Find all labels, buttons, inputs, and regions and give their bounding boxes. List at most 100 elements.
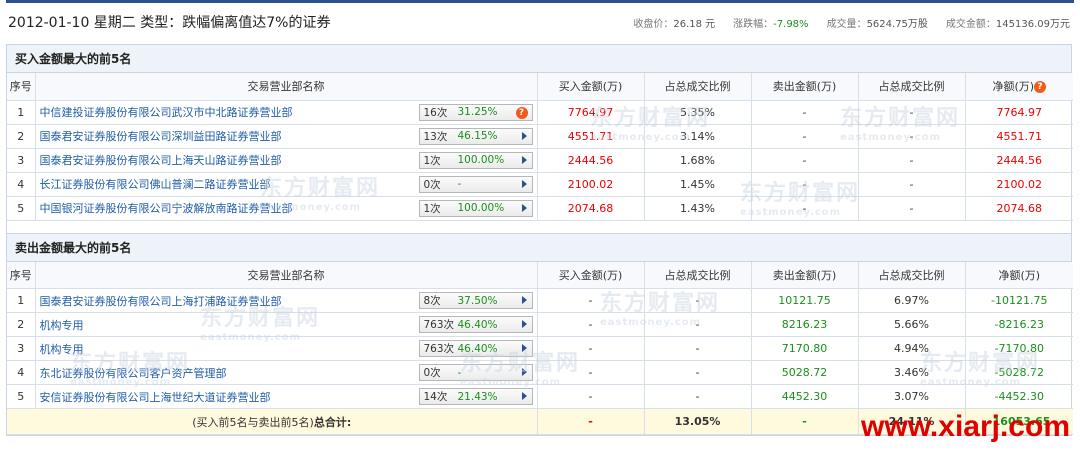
row-net: 7764.97 xyxy=(965,100,1073,125)
row-sell-amount: - xyxy=(751,100,859,125)
times-percent: 21.43% xyxy=(457,390,498,403)
play-arrow-icon xyxy=(521,368,527,376)
total-sell: - xyxy=(751,408,859,435)
row-sell-ratio: 5.66% xyxy=(858,312,966,337)
times-button[interactable]: 16次 31.25%? xyxy=(418,103,533,121)
row-buy-ratio: 1.45% xyxy=(644,172,752,197)
col-seq: 序号 xyxy=(7,73,36,101)
row-net: 2100.02 xyxy=(965,172,1073,197)
col-sell-amount: 卖出金额(万) xyxy=(751,73,859,101)
table-row: 5 中国银河证券股份有限公司宁波解放南路证券营业部 1次 100.00% 2074.68… xyxy=(7,196,1073,221)
row-buy-ratio: 5.35% xyxy=(644,100,752,125)
branch-link[interactable]: 中信建投证券股份有限公司武汉市中北路证券营业部 xyxy=(40,104,293,120)
row-net: 2444.56 xyxy=(965,148,1073,173)
times-count: 1次 xyxy=(423,202,441,215)
row-buy-ratio: - xyxy=(644,312,752,337)
row-seq: 3 xyxy=(7,148,36,173)
branch-link[interactable]: 东北证券股份有限公司客户资产管理部 xyxy=(40,365,227,381)
question-badge-icon[interactable]: ? xyxy=(515,106,528,119)
branch-link[interactable]: 中国银河证券股份有限公司宁波解放南路证券营业部 xyxy=(40,200,293,216)
times-button[interactable]: 0次 - xyxy=(418,364,533,381)
row-branch: 机构专用 763次 46.40% xyxy=(35,336,538,361)
question-badge-icon[interactable]: ? xyxy=(1034,81,1047,94)
times-button[interactable]: 13次 46.15% xyxy=(418,127,533,145)
row-seq: 4 xyxy=(7,360,36,385)
times-button[interactable]: 0次 - xyxy=(418,175,533,193)
times-button[interactable]: 8次 37.50% xyxy=(418,292,533,309)
row-branch: 国泰君安证券股份有限公司上海打浦路证券营业部 8次 37.50% xyxy=(35,288,538,313)
sell-table-header: 序号 交易营业部名称 买入金额(万) 占总成交比例 卖出金额(万) 占总成交比例… xyxy=(7,261,1073,289)
times-count: 1次 xyxy=(423,154,441,167)
play-arrow-icon xyxy=(521,179,527,188)
table-row: 2 机构专用 763次 46.40% - -8216.23 5.66% -8216.23 xyxy=(7,312,1073,337)
page-title: 2012-01-10 星期二 类型：跌幅偏离值达7%的证券 xyxy=(8,15,331,31)
times-count: 8次 xyxy=(423,295,441,307)
branch-link[interactable]: 国泰君安证券股份有限公司深圳益田路证券营业部 xyxy=(40,128,282,144)
stock-stats: 收盘价：26.18 元 涨跌幅：-7.98% 成交量：5624.75万股 成交金… xyxy=(633,15,1074,30)
row-buy-ratio: - xyxy=(644,360,752,385)
turnover-amount: 成交金额：145136.09万元 xyxy=(945,18,1070,30)
times-button[interactable]: 763次 46.40% xyxy=(418,340,533,357)
row-buy-amount: - xyxy=(537,360,645,385)
times-button[interactable]: 1次 100.00% xyxy=(418,199,533,217)
sell-section-title: 卖出金额最大的前5名 xyxy=(7,233,1071,262)
total-buy-ratio: 13.05% xyxy=(644,408,752,435)
row-net: 4551.71 xyxy=(965,124,1073,149)
play-arrow-icon xyxy=(521,203,527,212)
total-label: (买入前5名与卖出前5名)总合计: xyxy=(7,408,538,435)
row-net: -5028.72 xyxy=(965,360,1073,385)
col-buy-ratio: 占总成交比例 xyxy=(644,73,752,101)
branch-link[interactable]: 安信证券股份有限公司上海世纪大道证券营业部 xyxy=(40,389,271,405)
branch-link[interactable]: 长江证券股份有限公司佛山普澜二路证券营业部 xyxy=(40,176,271,192)
row-sell-amount: 10121.75 xyxy=(751,288,859,313)
dragon-tiger-table: 买入金额最大的前5名 序号 交易营业部名称 买入金额(万) 占总成交比例 卖出金… xyxy=(6,44,1073,436)
total-buy: - xyxy=(537,408,645,435)
branch-link[interactable]: 国泰君安证券股份有限公司上海打浦路证券营业部 xyxy=(40,293,282,309)
row-seq: 1 xyxy=(7,288,36,313)
times-count: 0次 xyxy=(423,367,441,379)
row-buy-ratio: - xyxy=(644,336,752,361)
table-row: 5 安信证券股份有限公司上海世纪大道证券营业部 14次 21.43% - -4452.30… xyxy=(7,384,1073,409)
play-arrow-icon xyxy=(521,296,527,304)
row-sell-ratio: - xyxy=(858,196,966,221)
row-seq: 5 xyxy=(7,384,36,409)
table-row: 1 国泰君安证券股份有限公司上海打浦路证券营业部 8次 37.50% - -10121.7… xyxy=(7,288,1073,313)
branch-link[interactable]: 国泰君安证券股份有限公司上海天山路证券营业部 xyxy=(40,152,282,168)
row-seq: 1 xyxy=(7,100,36,125)
col-branch: 交易营业部名称 xyxy=(35,73,538,101)
row-buy-amount: - xyxy=(537,312,645,337)
times-button[interactable]: 14次 21.43% xyxy=(418,388,533,405)
times-button[interactable]: 763次 46.40% xyxy=(418,316,533,333)
col-sell-ratio: 占总成交比例 xyxy=(858,73,966,101)
row-branch: 安信证券股份有限公司上海世纪大道证券营业部 14次 21.43% xyxy=(35,384,538,409)
row-sell-amount: - xyxy=(751,124,859,149)
row-sell-amount: 8216.23 xyxy=(751,312,859,337)
times-percent: - xyxy=(457,366,462,379)
row-sell-amount: 4452.30 xyxy=(751,384,859,409)
times-percent: 46.40% xyxy=(457,318,498,331)
buy-table-header: 序号 交易营业部名称 买入金额(万) 占总成交比例 卖出金额(万) 占总成交比例… xyxy=(7,73,1073,101)
times-count: 16次 xyxy=(423,106,448,119)
col-buy-amount: 买入金额(万) xyxy=(537,73,645,101)
times-button[interactable]: 1次 100.00% xyxy=(418,151,533,169)
col-net: 净额(万)? xyxy=(965,73,1073,101)
close-price: 收盘价：26.18 元 xyxy=(633,18,716,30)
play-arrow-icon xyxy=(521,320,527,328)
row-sell-amount: - xyxy=(751,172,859,197)
branch-link[interactable]: 机构专用 xyxy=(40,341,84,357)
row-buy-amount: 2074.68 xyxy=(537,196,645,221)
times-count: 763次 xyxy=(423,319,455,331)
times-percent: 100.00% xyxy=(457,154,505,166)
row-buy-ratio: - xyxy=(644,384,752,409)
top-accent-line xyxy=(6,0,1074,3)
col-buy-amount: 买入金额(万) xyxy=(537,261,645,289)
row-branch: 国泰君安证券股份有限公司深圳益田路证券营业部 13次 46.15% xyxy=(35,124,538,149)
row-net: -10121.75 xyxy=(965,288,1073,313)
row-buy-amount: - xyxy=(537,336,645,361)
branch-link[interactable]: 机构专用 xyxy=(40,317,84,333)
times-percent: 46.15% xyxy=(457,130,498,142)
table-row: 4 长江证券股份有限公司佛山普澜二路证券营业部 0次 -2100.02 1.45% - -2… xyxy=(7,172,1073,197)
row-branch: 国泰君安证券股份有限公司上海天山路证券营业部 1次 100.00% xyxy=(35,148,538,173)
table-row: 2 国泰君安证券股份有限公司深圳益田路证券营业部 13次 46.15% 4551.71 3… xyxy=(7,124,1073,149)
times-percent: 100.00% xyxy=(457,202,505,214)
